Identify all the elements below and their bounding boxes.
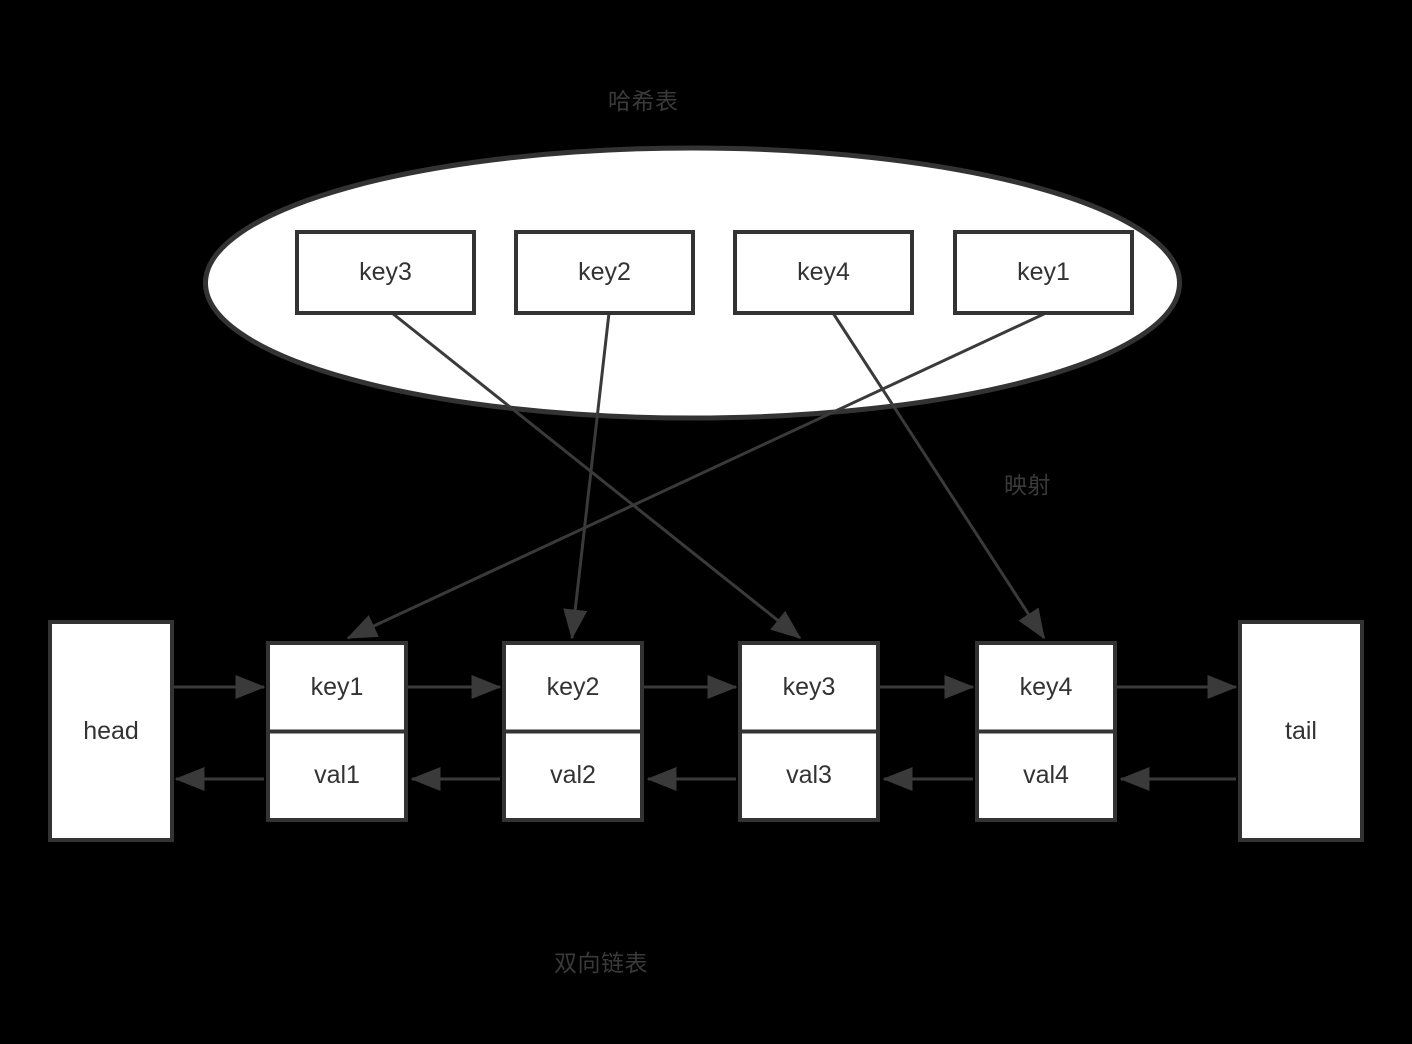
hash-entry-box-key1[interactable] <box>953 230 1134 315</box>
list-head-box[interactable] <box>48 620 174 842</box>
hash-table-caption: 哈希表 <box>608 89 679 115</box>
list-node-key-cell-key3[interactable] <box>738 641 880 734</box>
list-node-value-cell-val1[interactable] <box>266 729 408 822</box>
list-node-value-cell-val2[interactable] <box>502 729 644 822</box>
mapping-caption: 映射 <box>1004 473 1051 499</box>
diagram-canvas: key3 key2 key4 key1 head tail key1 val1 key2 val2… <box>0 0 1412 1044</box>
diagram-shapes-layer <box>48 145 1364 842</box>
list-node-key-cell-key1[interactable] <box>266 641 408 734</box>
hash-entry-box-key4[interactable] <box>733 230 914 315</box>
hash-entry-box-key2[interactable] <box>514 230 695 315</box>
hash-entry-box-key3[interactable] <box>295 230 476 315</box>
list-node-value-cell-val4[interactable] <box>975 729 1117 822</box>
linked-list-caption: 双向链表 <box>554 951 648 977</box>
list-node-key-cell-key2[interactable] <box>502 641 644 734</box>
linked-list-boxes <box>48 620 1364 842</box>
list-tail-box[interactable] <box>1238 620 1364 842</box>
list-node-value-cell-val3[interactable] <box>738 729 880 822</box>
list-node-key-cell-key4[interactable] <box>975 641 1117 734</box>
